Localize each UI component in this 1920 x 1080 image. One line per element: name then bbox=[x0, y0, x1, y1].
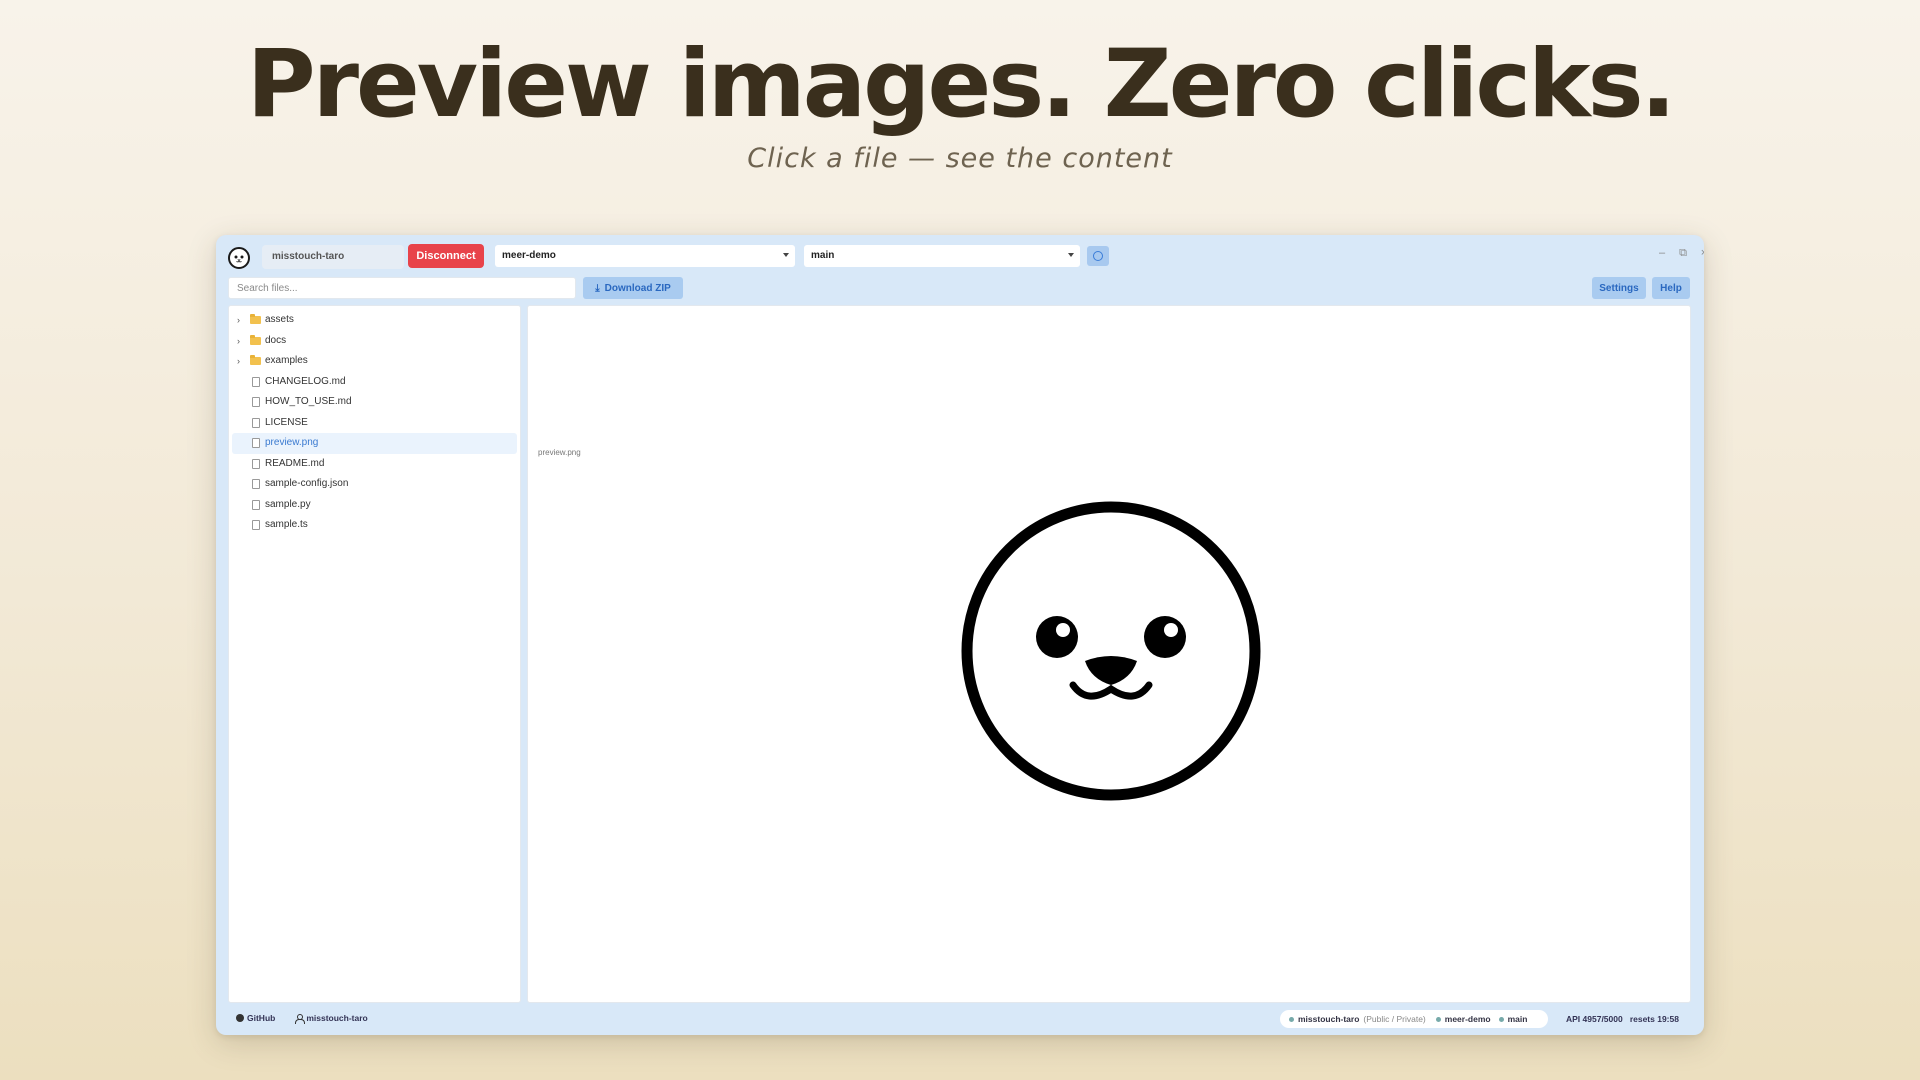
tree-file-item[interactable]: LICENSE bbox=[232, 413, 517, 434]
tree-item-label: LICENSE bbox=[265, 416, 308, 428]
minimize-button[interactable]: – bbox=[1654, 245, 1670, 261]
tree-item-label: sample-config.json bbox=[265, 478, 349, 489]
branch-select[interactable]: main bbox=[804, 245, 1080, 267]
statusbar-left: GitHub misstouch-taro bbox=[236, 1013, 382, 1024]
api-resets: resets 19:58 bbox=[1629, 1014, 1679, 1024]
download-zip-label: Download ZIP bbox=[604, 282, 671, 294]
tree-file-item[interactable]: CHANGELOG.md bbox=[232, 372, 517, 393]
chevron-right-icon[interactable]: › bbox=[237, 336, 240, 346]
tree-item-label: examples bbox=[265, 355, 308, 366]
viewer-filename: preview.png bbox=[538, 448, 581, 457]
user-link[interactable]: misstouch-taro bbox=[295, 1013, 368, 1024]
file-icon bbox=[252, 520, 260, 530]
tree-file-item[interactable]: sample.ts bbox=[232, 515, 517, 536]
settings-button[interactable]: Settings bbox=[1592, 277, 1646, 299]
chevron-down-icon bbox=[783, 253, 789, 257]
user-label: misstouch-taro bbox=[306, 1013, 368, 1023]
refresh-button[interactable] bbox=[1087, 246, 1109, 266]
status-visibility: (Public / Private) bbox=[1363, 1014, 1426, 1024]
repo-select-value: meer-demo bbox=[502, 250, 556, 261]
tree-file-item[interactable]: sample.py bbox=[232, 495, 517, 516]
chevron-right-icon[interactable]: › bbox=[237, 356, 240, 366]
tree-item-label: preview.png bbox=[265, 437, 319, 448]
download-icon: ⤓ bbox=[595, 282, 600, 294]
branch-select-value: main bbox=[811, 250, 835, 261]
api-usage: API 4957/5000 resets 19:58 bbox=[1566, 1014, 1679, 1024]
tree-file-item[interactable]: HOW_TO_USE.md bbox=[232, 392, 517, 413]
download-zip-button[interactable]: ⤓ Download ZIP bbox=[583, 277, 683, 299]
tree-item-label: README.md bbox=[265, 457, 325, 469]
tree-item-label: HOW_TO_USE.md bbox=[265, 396, 352, 407]
search-input[interactable] bbox=[228, 277, 576, 299]
tree-folder-item[interactable]: › examples bbox=[232, 351, 517, 372]
status-dot-icon bbox=[1289, 1016, 1294, 1022]
status-branch: main bbox=[1507, 1014, 1528, 1024]
folder-icon bbox=[250, 355, 261, 365]
refresh-icon bbox=[1093, 251, 1103, 261]
help-button[interactable]: Help bbox=[1652, 277, 1690, 299]
tree-file-item[interactable]: README.md bbox=[232, 454, 517, 475]
tree-item-label: sample.ts bbox=[265, 519, 308, 530]
status-repo: meer-demo bbox=[1444, 1014, 1491, 1024]
tree-folder-item[interactable]: › docs bbox=[232, 331, 517, 352]
status-pill: misstouch-taro (Public / Private) meer-d… bbox=[1280, 1010, 1548, 1028]
status-user: misstouch-taro bbox=[1298, 1014, 1360, 1024]
repo-select[interactable]: meer-demo bbox=[495, 245, 795, 267]
page-headline: Preview images. Zero clicks. bbox=[246, 30, 1676, 139]
restore-button[interactable]: ⧉ bbox=[1675, 245, 1691, 261]
tree-item-label: assets bbox=[265, 314, 294, 325]
username-field[interactable]: misstouch-taro bbox=[262, 245, 404, 269]
tree-folder-item[interactable]: › assets bbox=[232, 310, 517, 331]
status-dot-icon bbox=[1498, 1016, 1504, 1022]
close-button[interactable]: × bbox=[1696, 245, 1704, 261]
file-icon bbox=[252, 438, 260, 448]
page-subtitle: Click a file — see the content bbox=[747, 143, 1173, 174]
tree-file-item[interactable]: sample-config.json bbox=[232, 474, 517, 495]
folder-icon bbox=[250, 334, 261, 345]
file-icon bbox=[252, 458, 260, 469]
file-icon bbox=[252, 397, 260, 407]
folder-icon bbox=[250, 314, 261, 324]
user-icon bbox=[295, 1013, 306, 1024]
tree-item-label: sample.py bbox=[265, 498, 311, 510]
file-icon bbox=[252, 417, 260, 428]
file-icon bbox=[252, 376, 260, 387]
status-dot-icon bbox=[1435, 1016, 1441, 1022]
chevron-down-icon bbox=[1068, 253, 1074, 257]
file-icon bbox=[252, 479, 260, 489]
github-icon bbox=[236, 1014, 244, 1022]
file-tree: › assets › docs › examples CHANGELOG.md HOW_TO_… bbox=[228, 305, 521, 1003]
file-viewer: preview.png bbox=[527, 305, 1691, 1003]
tree-file-item[interactable]: preview.png bbox=[232, 433, 517, 454]
api-count: API 4957/5000 bbox=[1566, 1014, 1623, 1024]
seal-face-icon bbox=[961, 501, 1261, 801]
app-logo-icon bbox=[228, 247, 250, 269]
app-window: misstouch-taro Disconnect meer-demo main… bbox=[216, 235, 1704, 1035]
github-label: GitHub bbox=[247, 1013, 276, 1023]
file-icon bbox=[252, 499, 260, 510]
chevron-right-icon[interactable]: › bbox=[237, 315, 240, 325]
tree-item-label: docs bbox=[265, 334, 287, 346]
tree-item-label: CHANGELOG.md bbox=[265, 375, 346, 387]
disconnect-button[interactable]: Disconnect bbox=[408, 244, 484, 268]
github-link[interactable]: GitHub bbox=[236, 1013, 275, 1023]
